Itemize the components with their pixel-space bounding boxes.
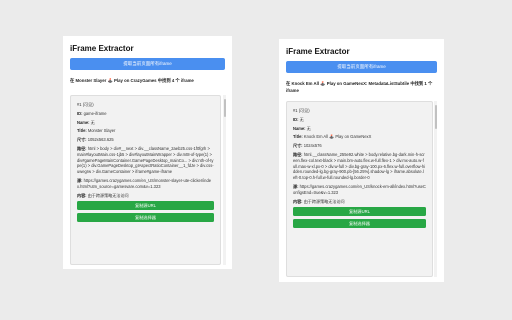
- extractor-panel-right: iFrame Extractor 提取当前页面所有iframe 在 Knock …: [279, 39, 444, 282]
- path-label: 路径:: [77, 145, 87, 151]
- title-label: Title:: [293, 134, 303, 140]
- title-value: Knock Em All 🕹️ Play on GameNexX: [303, 134, 372, 140]
- name-value: 无: [306, 125, 311, 131]
- scrollbar-thumb[interactable]: [434, 105, 437, 129]
- source-label: 源:: [77, 177, 83, 183]
- name-label: Name:: [293, 125, 306, 131]
- extract-iframes-button[interactable]: 提取当前页面所有iframe: [70, 58, 225, 70]
- scrollbar-thumb[interactable]: [223, 99, 226, 117]
- path-value: html > body > div#__next > div.__classNa…: [77, 145, 214, 175]
- copy-url-button[interactable]: 复制源URL: [293, 207, 426, 217]
- content-value: 由于跨源策略无法访问: [303, 198, 345, 204]
- extract-iframes-button[interactable]: 提取当前页面所有iframe: [286, 61, 437, 73]
- path-value: html.__className_255e92.white > body.rel…: [293, 151, 426, 181]
- source-value: https://games.crazygames.com/en_US/monst…: [77, 177, 212, 189]
- id-value: 无: [299, 116, 304, 122]
- summary-text: 在 Knock Em All 🕹️ Play on GameNexX: Meta…: [286, 81, 433, 93]
- copy-url-button[interactable]: 复制源URL: [77, 201, 214, 211]
- id-label: ID:: [77, 110, 83, 116]
- size-value: 1024x576: [303, 143, 322, 149]
- title-value: Monster Slayer: [87, 128, 116, 134]
- source-label: 源:: [293, 183, 299, 189]
- extractor-panel-left: iFrame Extractor 提取当前页面所有iframe 在 Monste…: [63, 36, 232, 269]
- iframe-entry-card: #1 (可见) ID: game-iframe Name: 无 Title: M…: [70, 95, 221, 265]
- iframe-entry-card: #1 (可见) ID: 无 Name: 无 Title: Knock Em Al…: [286, 101, 433, 277]
- id-label: ID:: [293, 116, 299, 122]
- name-value: 无: [90, 119, 95, 125]
- id-value: game-iframe: [83, 110, 107, 116]
- summary-text: 在 Monster Slayer 🕹️ Play on CrazyGames 中…: [70, 78, 194, 83]
- size-label: 尺寸:: [77, 137, 87, 143]
- name-label: Name:: [77, 119, 90, 125]
- title-label: Title:: [77, 128, 87, 134]
- card-scrollbar[interactable]: [223, 95, 226, 265]
- content-label: 内容:: [293, 198, 303, 204]
- entry-number: #1 (可见): [293, 108, 310, 113]
- path-label: 路径:: [293, 151, 303, 157]
- content-value: 由于跨源策略无法访问: [87, 192, 129, 198]
- panel-title: iFrame Extractor: [70, 44, 134, 53]
- panel-title: iFrame Extractor: [286, 47, 350, 56]
- copy-selector-button[interactable]: 复制选择器: [77, 213, 214, 223]
- source-value: https://games.crazygames.com/en_US/knock…: [293, 183, 426, 195]
- size-label: 尺寸:: [293, 143, 303, 149]
- copy-selector-button[interactable]: 复制选择器: [293, 219, 426, 229]
- card-scrollbar[interactable]: [434, 101, 437, 277]
- entry-number: #1 (可见): [77, 102, 94, 107]
- size-value: 1052x563.625: [87, 137, 114, 143]
- content-label: 内容:: [77, 192, 87, 198]
